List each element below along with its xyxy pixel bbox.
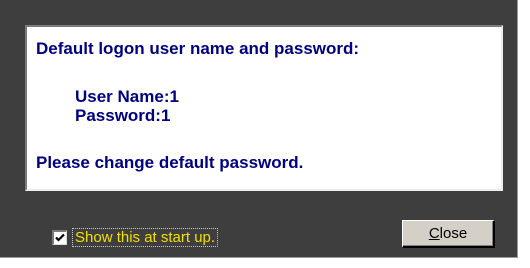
checkmark-icon	[55, 233, 65, 242]
logon-info-dialog: Default logon user name and password: Us…	[0, 0, 518, 258]
close-button-mnemonic: C	[428, 225, 440, 242]
show-at-startup-option[interactable]: Show this at start up.	[52, 227, 219, 247]
default-username-text: User Name:1	[75, 87, 179, 106]
close-button-label: lose	[439, 225, 468, 242]
message-panel: Default logon user name and password: Us…	[25, 25, 503, 191]
show-at-startup-label[interactable]: Show this at start up.	[71, 227, 219, 247]
default-password-text: Password:1	[75, 106, 171, 125]
close-button[interactable]: Close	[402, 220, 495, 248]
show-at-startup-checkbox[interactable]	[52, 229, 67, 245]
message-heading: Default logon user name and password:	[36, 39, 360, 58]
change-password-notice: Please change default password.	[36, 153, 304, 172]
